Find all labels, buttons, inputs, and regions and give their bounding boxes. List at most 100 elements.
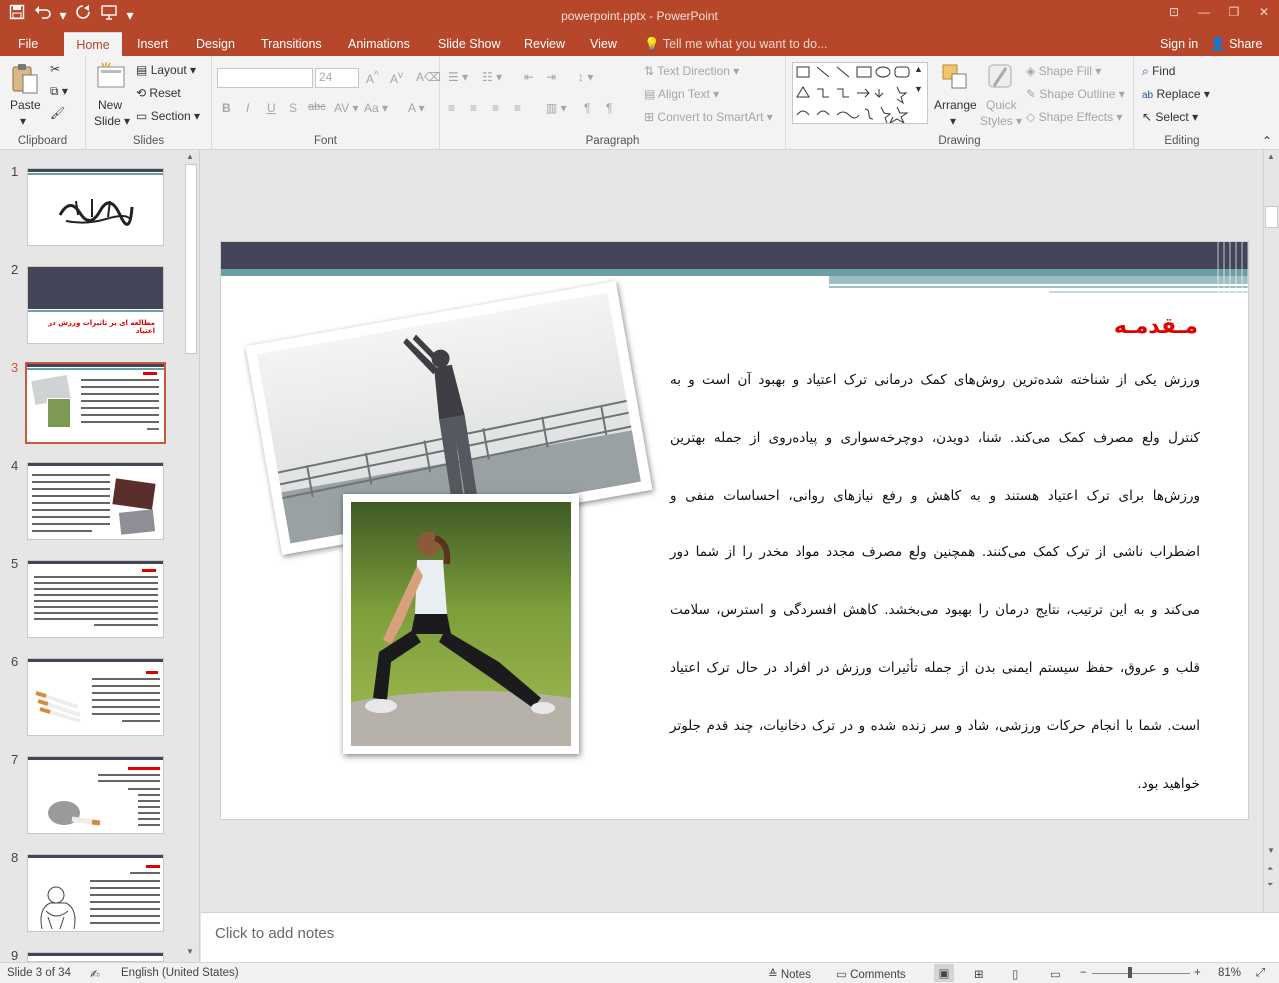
slide-thumbnail[interactable] bbox=[27, 952, 164, 962]
zoom-in-icon[interactable]: + bbox=[1194, 967, 1201, 979]
current-slide[interactable]: مـقدمـه ورزش یکی از شناخته شده‌ترین روش‌… bbox=[220, 241, 1249, 820]
comments-toggle[interactable]: ▭ Comments bbox=[836, 967, 906, 981]
paste-icon[interactable] bbox=[10, 62, 40, 96]
tab-review[interactable]: Review bbox=[520, 32, 569, 56]
line-spacing-icon[interactable]: ↕ ▾ bbox=[578, 70, 593, 84]
quick-styles-icon[interactable] bbox=[986, 62, 1016, 96]
scroll-down-icon[interactable]: ▼ bbox=[186, 947, 194, 956]
copy-icon[interactable]: ⧉ ▾ bbox=[50, 84, 68, 99]
font-name-field[interactable] bbox=[217, 68, 313, 88]
zoom-slider[interactable] bbox=[1092, 973, 1190, 974]
rtl-icon[interactable]: ¶ bbox=[584, 101, 590, 115]
sign-in-link[interactable]: Sign in bbox=[1160, 32, 1198, 56]
language-indicator[interactable]: English (United States) bbox=[121, 967, 239, 979]
replace-button[interactable]: ab Replace ▾ bbox=[1142, 87, 1210, 101]
scroll-down-icon[interactable]: ▼ bbox=[1267, 846, 1275, 855]
arrange-button[interactable]: Arrange bbox=[934, 98, 977, 112]
slide-thumbnail[interactable] bbox=[27, 462, 164, 540]
align-center-icon[interactable]: ≡ bbox=[470, 101, 477, 115]
spell-check-icon[interactable]: ✍ bbox=[90, 967, 100, 981]
change-case-button[interactable]: Aa ▾ bbox=[364, 101, 388, 115]
zoom-out-icon[interactable]: − bbox=[1080, 967, 1087, 979]
photo-lunging-woman[interactable] bbox=[343, 494, 579, 754]
tab-insert[interactable]: Insert bbox=[133, 32, 172, 56]
cut-icon[interactable]: ✂ bbox=[50, 62, 60, 76]
notes-toggle[interactable]: ≙ Notes bbox=[768, 967, 811, 981]
share-button[interactable]: 👤 Share bbox=[1210, 32, 1262, 56]
scrollbar-thumb[interactable] bbox=[185, 164, 197, 354]
decrease-indent-icon[interactable]: ⇤ bbox=[524, 70, 534, 84]
slide-sorter-icon[interactable]: ⊞ bbox=[974, 967, 984, 981]
reset-button[interactable]: ⟲ Reset bbox=[136, 86, 181, 100]
quick-styles-button[interactable]: Styles ▾ bbox=[980, 114, 1022, 128]
slide-thumbnail[interactable] bbox=[27, 854, 164, 932]
shape-outline-button[interactable]: ✎ Shape Outline ▾ bbox=[1026, 87, 1125, 101]
scroll-up-icon[interactable]: ▲ bbox=[1267, 152, 1275, 161]
paste-button[interactable]: Paste bbox=[10, 98, 41, 112]
align-text-button[interactable]: ▤ Align Text ▾ bbox=[644, 87, 719, 101]
align-left-icon[interactable]: ≡ bbox=[448, 101, 455, 115]
align-right-icon[interactable]: ≡ bbox=[492, 101, 499, 115]
shadow-button[interactable]: S bbox=[289, 101, 297, 115]
zoom-level[interactable]: 81% bbox=[1218, 967, 1241, 979]
decrease-font-icon[interactable]: Av bbox=[390, 70, 403, 86]
underline-button[interactable]: U bbox=[267, 101, 276, 115]
slide-thumbnail[interactable] bbox=[27, 560, 164, 638]
ribbon-display-icon[interactable]: ⊡ bbox=[1159, 0, 1189, 24]
tab-animations[interactable]: Animations bbox=[344, 32, 414, 56]
previous-slide-icon[interactable]: ⏶ bbox=[1267, 864, 1273, 874]
bullets-icon[interactable]: ☰ ▾ bbox=[448, 70, 468, 84]
italic-button[interactable]: I bbox=[246, 101, 249, 115]
gallery-scroll-up-icon[interactable]: ▲ bbox=[914, 64, 923, 74]
collapse-ribbon-icon[interactable]: ⌃ bbox=[1262, 134, 1272, 148]
scroll-up-icon[interactable]: ▲ bbox=[186, 152, 194, 161]
slide-heading[interactable]: مـقدمـه bbox=[1114, 314, 1198, 339]
tab-home[interactable]: Home bbox=[64, 32, 122, 56]
close-icon[interactable]: ✕ bbox=[1249, 0, 1279, 24]
layout-button[interactable]: ▤ Layout ▾ bbox=[136, 63, 196, 77]
minimize-icon[interactable]: — bbox=[1189, 0, 1219, 24]
notes-pane[interactable]: Click to add notes bbox=[201, 912, 1279, 962]
normal-view-icon[interactable]: ▣ bbox=[934, 964, 954, 982]
restore-icon[interactable]: ❐ bbox=[1219, 0, 1249, 24]
paste-dropdown-icon[interactable]: ▾ bbox=[20, 114, 26, 128]
reading-view-icon[interactable]: ▯ bbox=[1012, 967, 1018, 981]
tab-slide-show[interactable]: Slide Show bbox=[434, 32, 505, 56]
font-size-field[interactable]: 24 bbox=[315, 68, 359, 88]
text-direction-button[interactable]: ⇅ Text Direction ▾ bbox=[644, 64, 739, 78]
section-button[interactable]: ▭ Section ▾ bbox=[136, 109, 200, 123]
slide-scrollbar[interactable]: ▲ ▼ ⏶ ⏷ bbox=[1263, 150, 1279, 912]
increase-indent-icon[interactable]: ⇥ bbox=[546, 70, 556, 84]
quick-styles-label-1[interactable]: Quick bbox=[986, 98, 1017, 112]
shapes-gallery[interactable] bbox=[792, 62, 928, 125]
numbering-icon[interactable]: ☷ ▾ bbox=[482, 70, 502, 84]
fit-to-window-icon[interactable]: ⤢ bbox=[1256, 967, 1265, 980]
tab-transitions[interactable]: Transitions bbox=[257, 32, 326, 56]
character-spacing-icon[interactable]: AV ▾ bbox=[334, 101, 358, 115]
slideshow-icon[interactable]: ▭ bbox=[1050, 967, 1061, 981]
tab-file[interactable]: File bbox=[14, 32, 42, 56]
tab-view[interactable]: View bbox=[586, 32, 621, 56]
slide-thumbnail[interactable] bbox=[27, 658, 164, 736]
scrollbar-thumb[interactable] bbox=[1265, 206, 1278, 228]
tell-me-search[interactable]: 💡 Tell me what you want to do... bbox=[644, 32, 828, 56]
arrange-dropdown-icon[interactable]: ▾ bbox=[950, 114, 956, 128]
format-painter-icon[interactable]: 🖌 bbox=[50, 106, 65, 120]
clear-formatting-icon[interactable]: A⌫ bbox=[416, 70, 441, 84]
arrange-icon[interactable] bbox=[940, 62, 970, 96]
justify-icon[interactable]: ≡ bbox=[514, 101, 521, 115]
new-slide-icon[interactable] bbox=[96, 61, 126, 95]
smartart-button[interactable]: ⊞ Convert to SmartArt ▾ bbox=[644, 110, 773, 124]
slide-thumbnail[interactable] bbox=[27, 168, 164, 246]
shape-fill-button[interactable]: ◈ Shape Fill ▾ bbox=[1026, 64, 1101, 78]
new-slide-button[interactable]: Slide ▾ bbox=[94, 114, 130, 128]
slide-thumbnail[interactable] bbox=[27, 756, 164, 834]
gallery-scroll-down-icon[interactable]: ▼ bbox=[914, 84, 923, 94]
find-button[interactable]: ⌕ Find bbox=[1142, 64, 1175, 79]
strikethrough-button[interactable]: abc bbox=[308, 101, 326, 113]
shape-effects-button[interactable]: ◇ Shape Effects ▾ bbox=[1026, 110, 1122, 124]
tab-design[interactable]: Design bbox=[192, 32, 239, 56]
ltr-icon[interactable]: ¶ bbox=[606, 101, 612, 115]
font-color-icon[interactable]: A ▾ bbox=[408, 101, 425, 115]
columns-icon[interactable]: ▥ ▾ bbox=[546, 101, 567, 115]
